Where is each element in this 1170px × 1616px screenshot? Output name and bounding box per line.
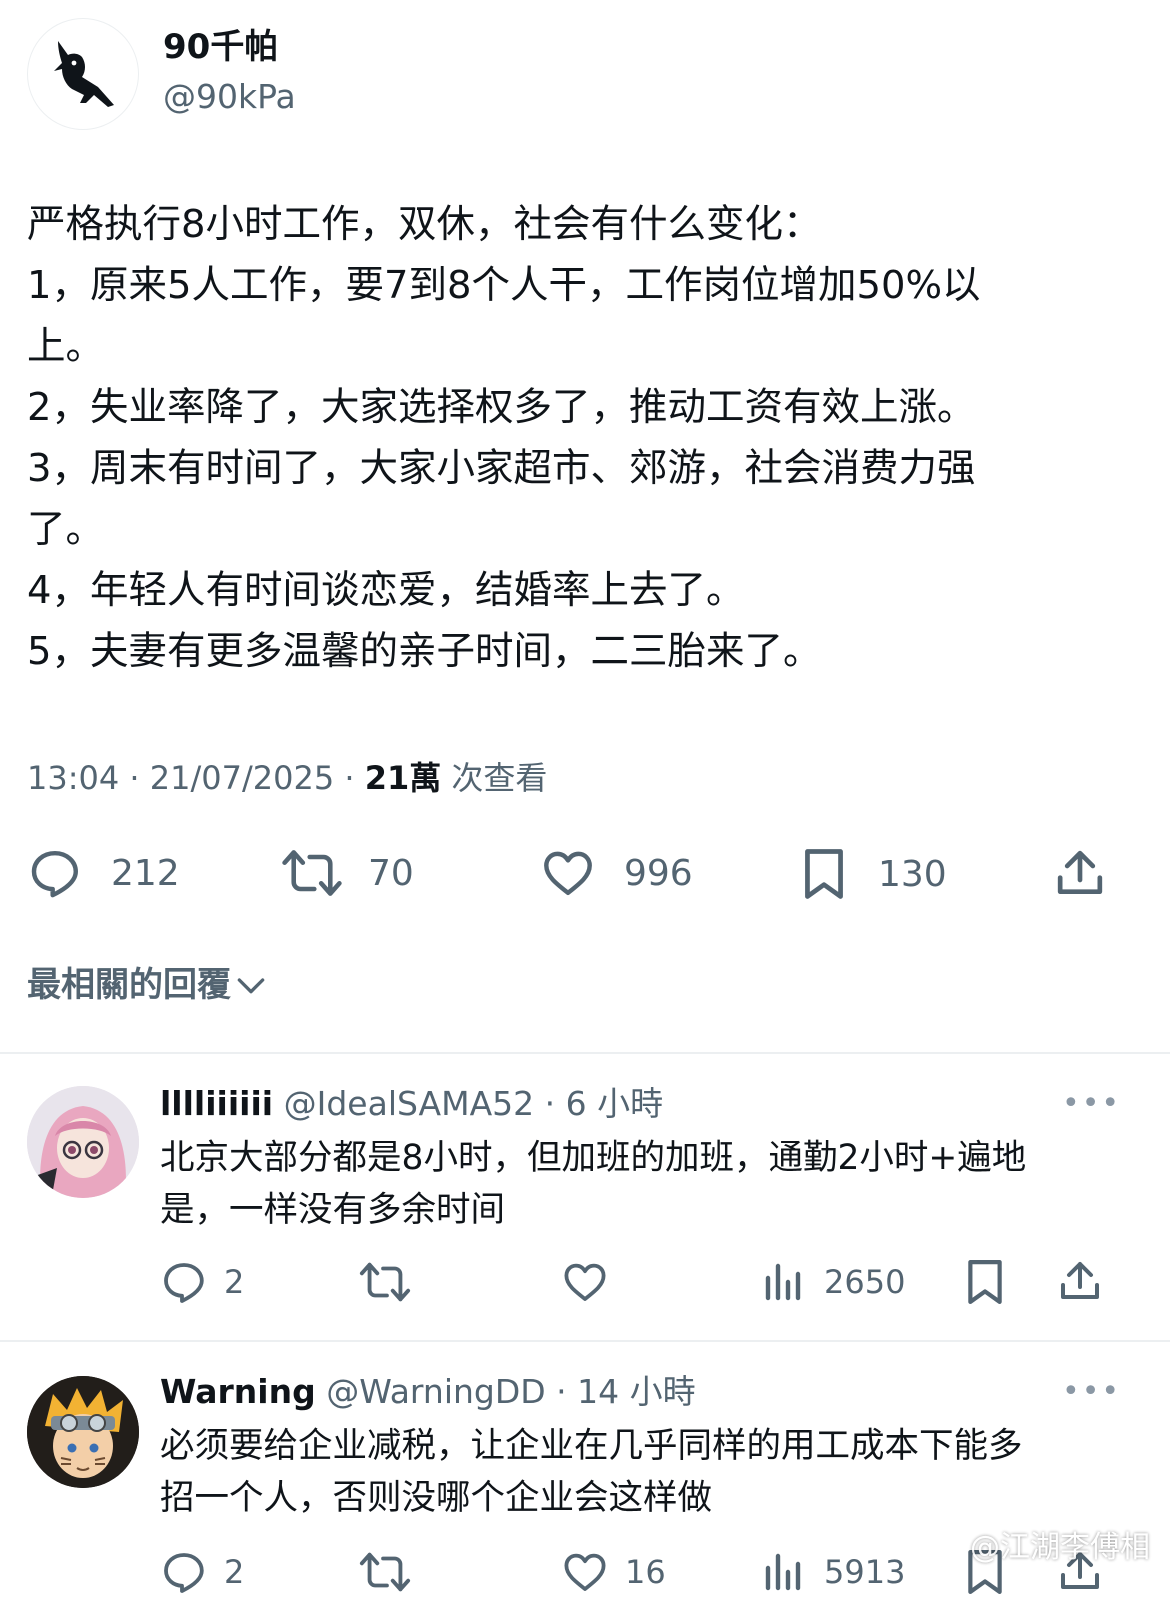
reply-share-button[interactable] <box>1056 1256 1104 1306</box>
tweet-line: 2，失业率降了，大家选择权多了，推动工资有效上涨。 <box>27 385 976 430</box>
meta-separator: · <box>545 1372 578 1411</box>
reply-button[interactable]: 212 <box>27 845 180 901</box>
like-icon <box>564 1263 606 1301</box>
share-button[interactable] <box>1052 845 1108 901</box>
tweet-line: 1，原来5人工作，要7到8个人干，工作岗位增加50%以 <box>27 263 981 308</box>
reply-author-handle[interactable]: @WarningDD <box>326 1372 546 1411</box>
reply-header: lllliiiiii @IdealSAMA52 · 6 小時 <box>160 1082 663 1126</box>
reply-time[interactable]: 6 小時 <box>566 1084 664 1123</box>
anime-avatar-icon <box>27 1376 139 1488</box>
view-count: 21萬 <box>364 759 442 797</box>
retweet-count: 70 <box>368 852 414 894</box>
chevron-down-icon <box>237 978 265 994</box>
reply-like-button[interactable]: 16 <box>561 1548 666 1596</box>
views-icon <box>765 1553 801 1591</box>
reply-text: 必须要给企业减税，让企业在几乎同样的用工成本下能多 招一个人，否则没哪个企业会这… <box>160 1420 1023 1524</box>
reply-author-name[interactable]: Warning <box>160 1372 316 1411</box>
tweet-date[interactable]: 21/07/2025 <box>150 759 334 797</box>
reply-avatar[interactable] <box>27 1086 139 1198</box>
views-icon <box>765 1263 801 1301</box>
reply-reply-button[interactable]: 2 <box>160 1548 244 1596</box>
bird-logo-icon <box>54 41 114 107</box>
retweet-icon <box>282 850 342 896</box>
reply-reply-button[interactable]: 2 <box>160 1258 244 1306</box>
reply-like-count: 16 <box>625 1553 666 1591</box>
tweet-line: 了。 <box>27 507 105 552</box>
author-name[interactable]: 90千帕 <box>163 24 278 70</box>
meta-separator: · <box>119 759 150 797</box>
reply-view-count: 2650 <box>824 1263 906 1301</box>
bookmark-button[interactable]: 130 <box>798 845 947 903</box>
bookmark-icon <box>805 849 843 899</box>
tweet-line: 上。 <box>27 324 105 369</box>
more-icon[interactable]: ••• <box>1062 1086 1121 1121</box>
retweet-button[interactable]: 70 <box>280 845 414 901</box>
meta-separator: · <box>334 759 365 797</box>
tweet-line: 5，夫妻有更多温馨的亲子时间，二三胎来了。 <box>27 629 822 674</box>
author-avatar[interactable] <box>27 18 139 130</box>
tweet-line: 严格执行8小时工作，双休，社会有什么变化： <box>27 202 822 247</box>
reply-line: 是，一样没有多余时间 <box>160 1190 505 1230</box>
divider <box>0 1052 1170 1054</box>
reply-like-button[interactable] <box>561 1258 609 1306</box>
reply-count: 212 <box>111 852 180 894</box>
tweet-line: 4，年轻人有时间谈恋爱，结婚率上去了。 <box>27 568 745 613</box>
reply-retweet-button[interactable] <box>358 1548 412 1596</box>
reply-icon <box>164 1553 204 1593</box>
reply-icon <box>31 850 78 898</box>
relevant-replies-sort[interactable]: 最相關的回覆 <box>27 962 271 1008</box>
bookmark-count: 130 <box>878 853 947 895</box>
reply-retweet-button[interactable] <box>358 1258 412 1306</box>
reply-view-count: 5913 <box>824 1553 906 1591</box>
reply-bookmark-button[interactable] <box>962 1256 1008 1308</box>
views-label: 次查看 <box>451 759 548 797</box>
weibo-icon <box>924 1531 962 1560</box>
section-title: 最相關的回覆 <box>27 965 231 1005</box>
author-handle[interactable]: @90kPa <box>163 74 296 120</box>
anime-avatar-icon <box>27 1086 139 1198</box>
divider <box>0 1340 1170 1342</box>
reply-views-button[interactable]: 2650 <box>760 1258 905 1306</box>
reply-views-button[interactable]: 5913 <box>760 1548 905 1596</box>
reply-icon <box>164 1263 204 1303</box>
bookmark-icon <box>968 1260 1002 1304</box>
watermark: @江湖李傅相 <box>924 1522 1150 1566</box>
tweet-time[interactable]: 13:04 <box>27 759 119 797</box>
reply-author-handle[interactable]: @IdealSAMA52 <box>284 1084 535 1123</box>
reply-line: 招一个人，否则没哪个企业会这样做 <box>160 1478 712 1518</box>
tweet-text: 严格执行8小时工作，双休，社会有什么变化： 1，原来5人工作，要7到8个人干，工… <box>27 194 1152 682</box>
share-icon <box>1057 850 1103 894</box>
reply-line: 必须要给企业减税，让企业在几乎同样的用工成本下能多 <box>160 1426 1023 1466</box>
reply-text: 北京大部分都是8小时，但加班的加班，通勤2小时+遍地 是，一样没有多余时间 <box>160 1132 1026 1236</box>
like-button[interactable]: 996 <box>540 845 693 901</box>
retweet-icon <box>359 1262 411 1302</box>
like-count: 996 <box>624 852 693 894</box>
reply-reply-count: 2 <box>224 1553 245 1591</box>
tweet-meta: 13:04 · 21/07/2025 · 21萬 次查看 <box>27 758 547 798</box>
more-icon[interactable]: ••• <box>1062 1374 1121 1409</box>
reply-author-name[interactable]: lllliiiiii <box>160 1084 273 1123</box>
like-icon <box>544 851 592 896</box>
retweet-icon <box>359 1552 411 1592</box>
tweet-line: 3，周末有时间了，大家小家超市、郊游，社会消费力强 <box>27 446 976 491</box>
watermark-text: @江湖李傅相 <box>970 1530 1150 1565</box>
meta-separator: · <box>534 1084 566 1123</box>
reply-header: Warning @WarningDD · 14 小時 <box>160 1370 696 1414</box>
share-icon <box>1061 1262 1099 1299</box>
reply-avatar[interactable] <box>27 1376 139 1488</box>
reply-time[interactable]: 14 小時 <box>577 1372 695 1411</box>
reply-reply-count: 2 <box>224 1263 245 1301</box>
reply-line: 北京大部分都是8小时，但加班的加班，通勤2小时+遍地 <box>160 1138 1027 1178</box>
like-icon <box>564 1553 606 1591</box>
